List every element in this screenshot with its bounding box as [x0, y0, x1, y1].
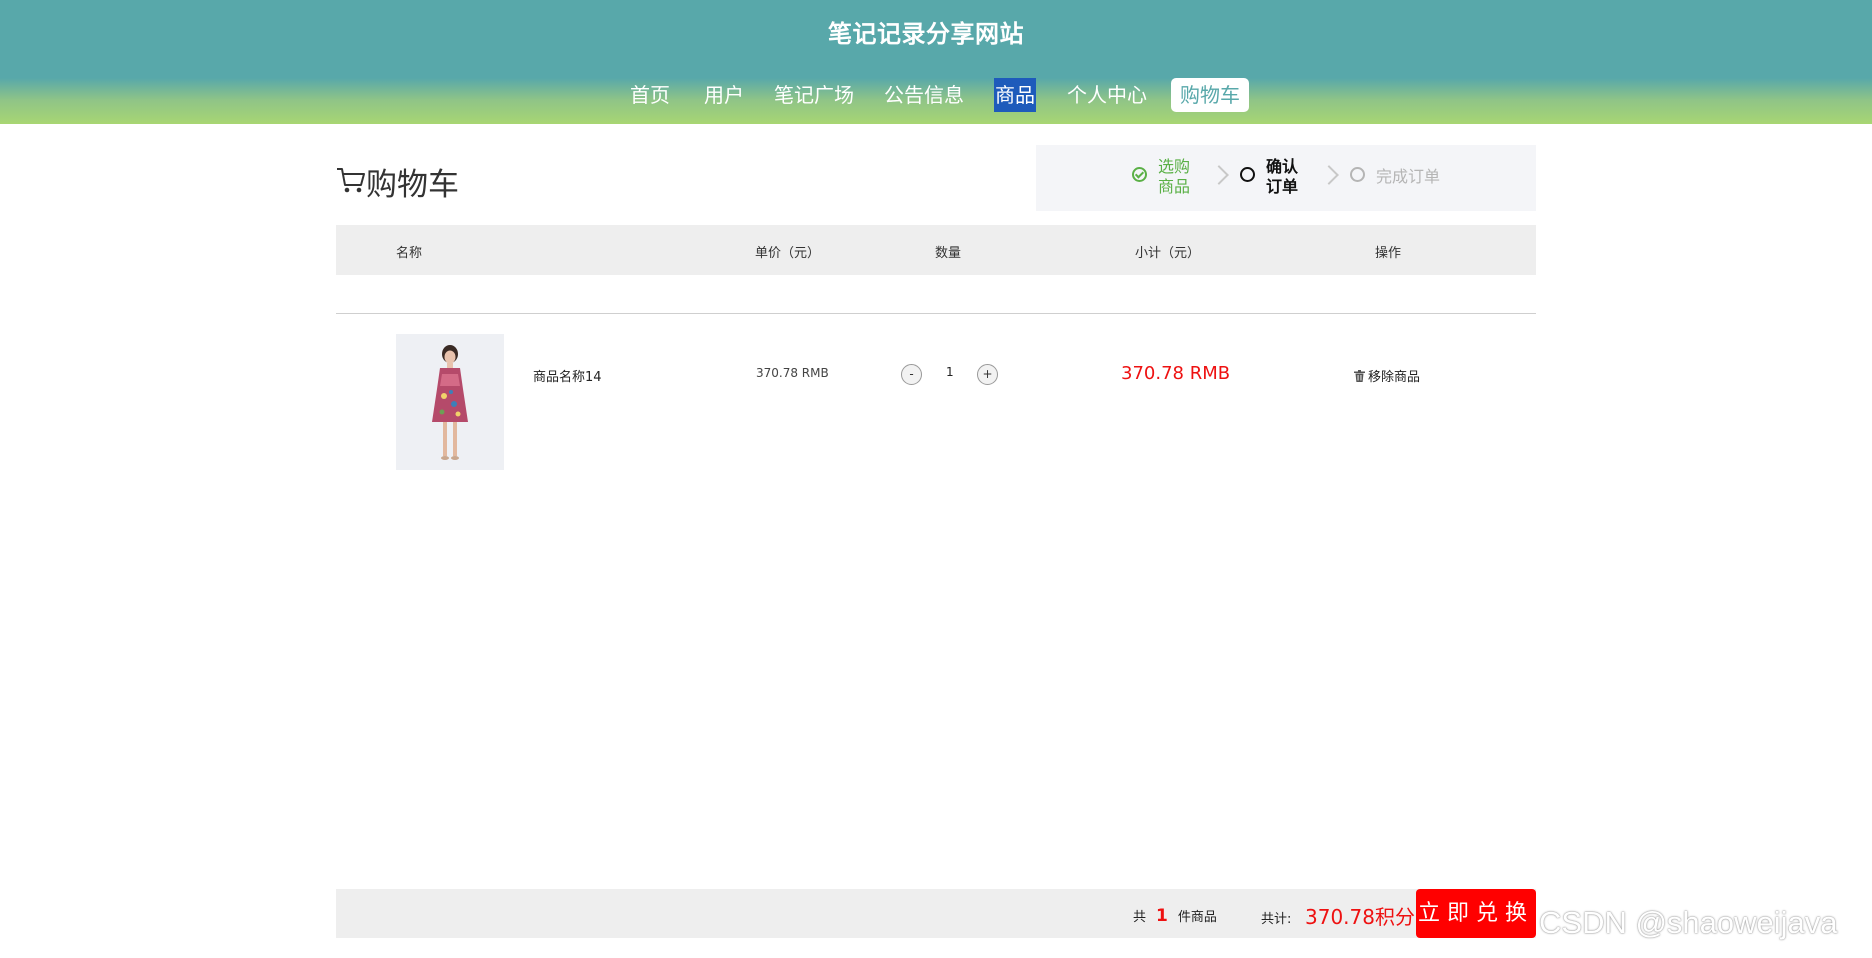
quantity-increase-button[interactable]: +	[977, 364, 998, 385]
table-row: 商品名称14 370.78 RMB - 1 + 370.78 RMB 移除商品	[336, 334, 1536, 470]
nav-item-personal-center[interactable]: 个人中心	[1067, 78, 1147, 112]
step-label: 确认 订单	[1266, 157, 1299, 196]
nav-item-cart[interactable]: 购物车	[1171, 78, 1249, 112]
remove-item-button[interactable]: 移除商品	[1354, 366, 1420, 385]
nav-item-products[interactable]: 商品	[994, 78, 1036, 112]
step-label: 完成订单	[1376, 167, 1441, 186]
column-header-name: 名称	[396, 246, 423, 261]
nav-item-users[interactable]: 用户	[704, 78, 744, 112]
nav-item-home[interactable]: 首页	[630, 78, 670, 112]
site-title: 笔记记录分享网站	[828, 20, 1024, 48]
trash-icon	[1354, 370, 1365, 382]
cart-table-header: 名称 单价（元） 数量 小计（元） 操作	[336, 225, 1536, 275]
row-subtotal: 370.78 RMB	[1121, 363, 1231, 384]
nav-item-note-square[interactable]: 笔记广场	[774, 78, 854, 112]
column-header-action: 操作	[1375, 246, 1402, 261]
item-count-number: 1	[1156, 906, 1168, 926]
column-header-subtotal: 小计（元）	[1135, 246, 1201, 261]
cart-footer: 共 1 件商品 共计: 370.78积分 立即兑换	[336, 889, 1536, 938]
quantity-decrease-button[interactable]: -	[901, 364, 922, 385]
product-image[interactable]	[396, 334, 504, 470]
product-name[interactable]: 商品名称14	[533, 366, 602, 385]
nav-item-announcements[interactable]: 公告信息	[884, 78, 964, 112]
item-count: 共 1 件商品	[1133, 906, 1217, 926]
item-count-prefix: 共	[1133, 910, 1147, 925]
page-title: 购物车	[366, 167, 459, 203]
watermark: CSDN @shaoweijava	[1539, 905, 1838, 940]
divider	[336, 313, 1536, 314]
circle-icon	[1350, 167, 1365, 182]
item-count-suffix: 件商品	[1177, 910, 1217, 925]
dress-photo-icon	[396, 334, 504, 470]
checkout-steps: 选购 商品 确认 订单 完成订单	[1036, 145, 1536, 211]
main-nav: 首页 用户 笔记广场 公告信息 商品 个人中心 购物车	[0, 78, 1872, 112]
column-header-unit-price: 单价（元）	[755, 246, 821, 261]
column-header-quantity: 数量	[935, 246, 962, 261]
circle-icon	[1240, 167, 1255, 182]
quantity-value[interactable]: 1	[946, 365, 954, 379]
chevron-right-icon	[1209, 165, 1229, 185]
step-label: 选购 商品	[1158, 157, 1191, 196]
total-amount: 370.78积分	[1305, 905, 1415, 929]
remove-item-label: 移除商品	[1368, 370, 1421, 385]
redeem-now-button[interactable]: 立即兑换	[1416, 889, 1536, 938]
chevron-right-icon	[1319, 165, 1339, 185]
site-header: 笔记记录分享网站 首页 用户 笔记广场 公告信息 商品 个人中心 购物车	[0, 0, 1872, 124]
unit-price: 370.78 RMB	[756, 366, 829, 380]
check-circle-icon	[1132, 167, 1147, 182]
total-label: 共计:	[1261, 912, 1292, 927]
shopping-cart-icon	[337, 168, 365, 193]
